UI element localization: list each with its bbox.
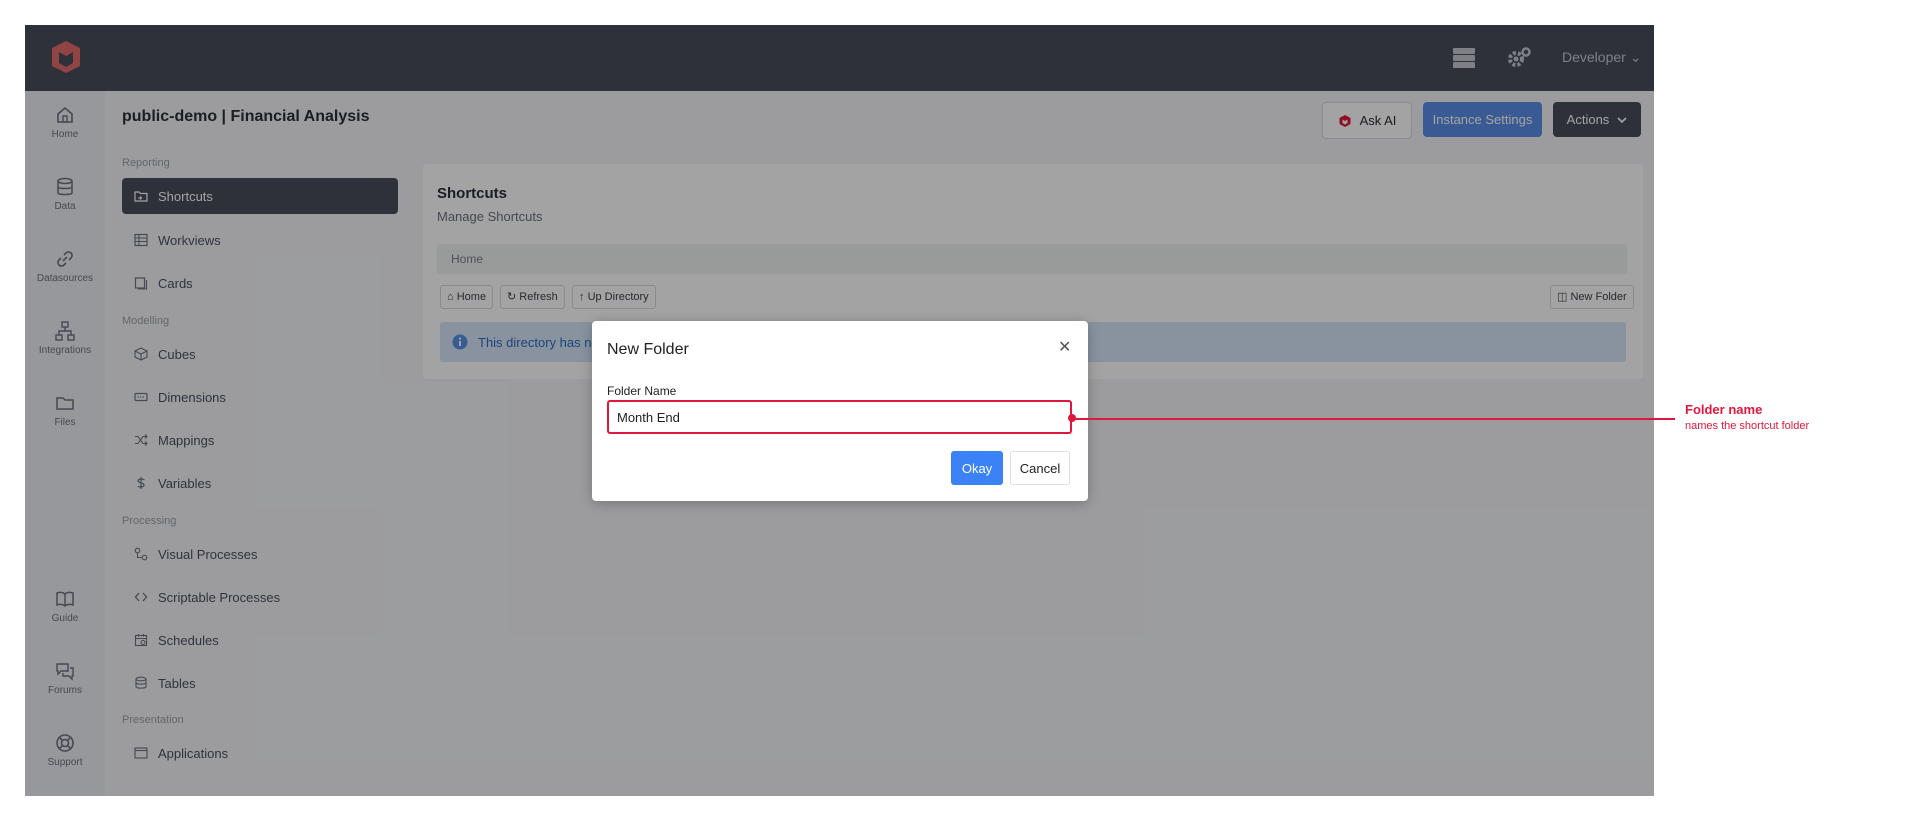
- folder-name-label: Folder Name: [607, 384, 677, 398]
- annotation-title: Folder name: [1685, 402, 1763, 417]
- new-folder-dialog: New Folder ✕ Folder Name Okay Cancel: [592, 321, 1088, 501]
- annotation-anchor-dot: [1068, 414, 1076, 422]
- okay-button[interactable]: Okay: [951, 451, 1003, 485]
- close-icon[interactable]: ✕: [1058, 337, 1071, 357]
- cancel-button[interactable]: Cancel: [1010, 451, 1070, 485]
- annotation-subtitle: names the shortcut folder: [1685, 420, 1810, 432]
- annotation-leader-line: [1073, 418, 1675, 420]
- dialog-title: New Folder: [607, 341, 689, 358]
- folder-name-input[interactable]: [607, 400, 1072, 434]
